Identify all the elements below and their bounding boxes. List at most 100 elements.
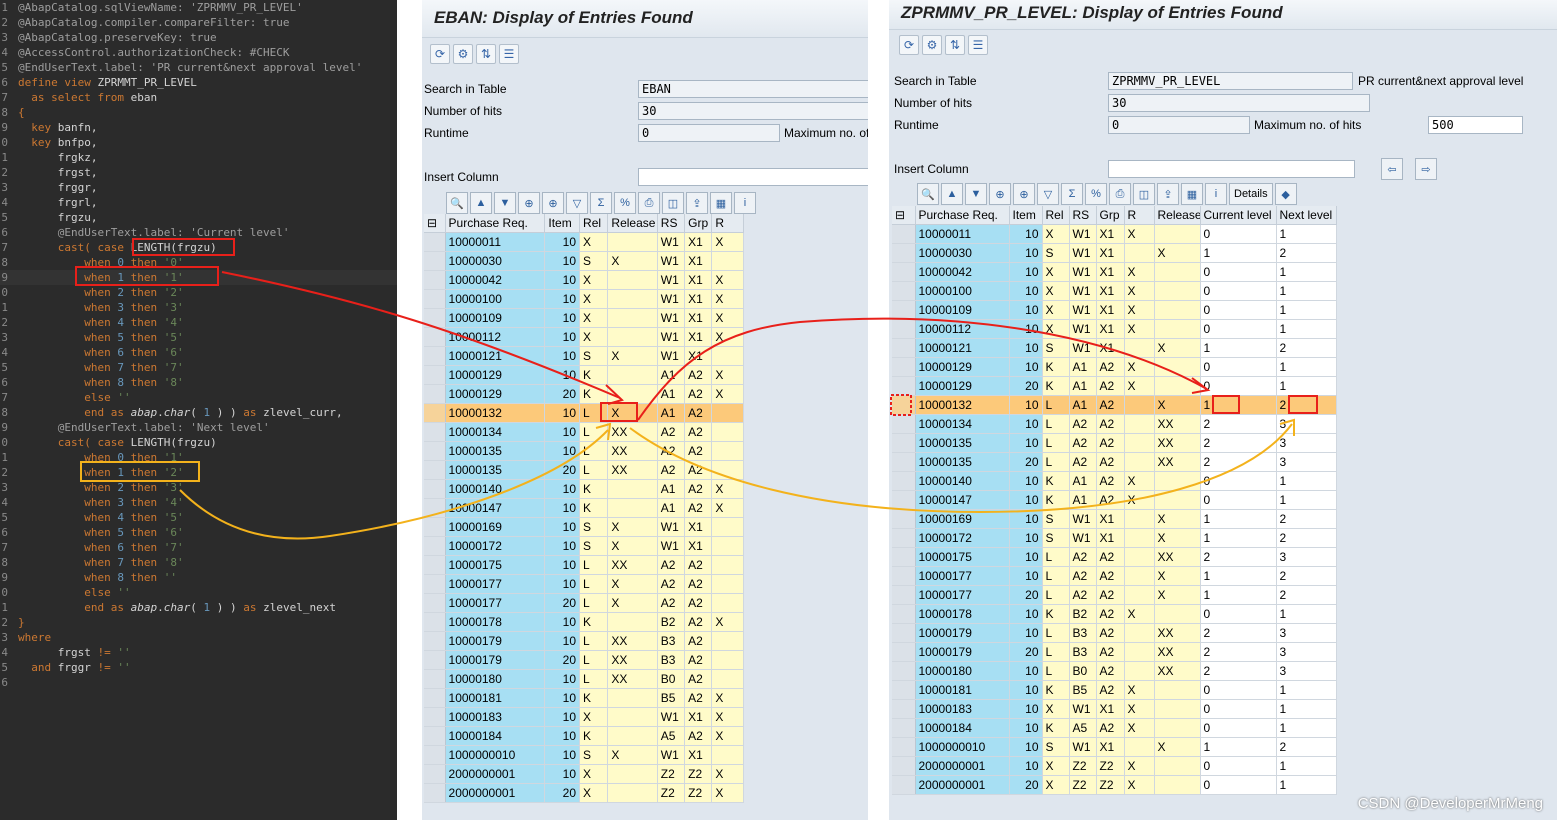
column-header[interactable]: RS — [657, 214, 686, 233]
row-selector[interactable] — [424, 346, 446, 366]
code-line[interactable]: 8 when 0 then '0' — [0, 255, 397, 270]
table-row[interactable]: 10000135 20 L A2 A2 XX 2 3 — [892, 452, 1347, 472]
table-row[interactable]: 10000109 10 X W1 X1 X — [424, 308, 744, 328]
search-table-field[interactable]: EBAN — [638, 80, 868, 98]
row-selector[interactable] — [424, 403, 446, 423]
table-row[interactable]: 10000179 20 L B3 A2 XX 2 3 — [892, 642, 1347, 662]
code-line[interactable]: 3 frggr, — [0, 180, 397, 195]
row-selector[interactable] — [892, 623, 916, 643]
code-line[interactable]: 9 @EndUserText.label: 'Next level' — [0, 420, 397, 435]
row-selector[interactable] — [424, 555, 446, 575]
row-selector[interactable] — [424, 460, 446, 480]
table-row[interactable]: 10000042 10 X W1 X1 X 0 1 — [892, 262, 1347, 282]
column-header[interactable]: Grp — [684, 214, 713, 233]
table-row[interactable]: 10000129 10 K A1 A2 X — [424, 365, 744, 385]
code-line[interactable]: 2 frgst, — [0, 165, 397, 180]
code-line[interactable]: 8 when 7 then '8' — [0, 555, 397, 570]
table-row[interactable]: 10000135 10 L A2 A2 XX 2 3 — [892, 433, 1347, 453]
column-header[interactable]: Item — [1009, 206, 1043, 225]
table-row[interactable]: 10000169 10 S W1 X1 X 1 2 — [892, 509, 1347, 529]
table-row[interactable]: 10000181 10 K B5 A2 X — [424, 688, 744, 708]
details-button[interactable]: Details — [1229, 183, 1273, 205]
code-line[interactable]: 3 where — [0, 630, 397, 645]
row-selector[interactable] — [892, 319, 916, 339]
row-selector[interactable] — [424, 783, 446, 803]
row-selector[interactable] — [424, 631, 446, 651]
row-selector[interactable] — [892, 433, 916, 453]
transfer-icon[interactable]: ⇅ — [945, 35, 965, 55]
table-row[interactable]: 10000175 10 L A2 A2 XX 2 3 — [892, 547, 1347, 567]
table-row[interactable]: 10000179 10 L B3 A2 XX 2 3 — [892, 623, 1347, 643]
row-selector[interactable] — [424, 593, 446, 613]
row-selector[interactable] — [424, 517, 446, 537]
binoculars-next-icon[interactable]: ⊕ — [542, 192, 564, 214]
table-row[interactable]: 2000000001 20 X Z2 Z2 X — [424, 783, 744, 803]
print-icon[interactable]: ⎙ — [638, 192, 660, 214]
table-row[interactable]: 10000132 10 L A1 A2 X 1 2 — [892, 395, 1347, 415]
search-table-field[interactable]: ZPRMMV_PR_LEVEL — [1108, 72, 1353, 90]
table-row[interactable]: 2000000001 10 X Z2 Z2 X — [424, 764, 744, 784]
binoculars-next-icon[interactable]: ⊕ — [1013, 183, 1035, 205]
row-selector[interactable] — [892, 604, 916, 624]
table-row[interactable]: 10000169 10 S X W1 X1 — [424, 517, 744, 537]
row-selector[interactable] — [892, 395, 916, 415]
subtotal-icon[interactable]: % — [1085, 183, 1107, 205]
filter-icon[interactable]: ▽ — [566, 192, 588, 214]
row-selector[interactable] — [424, 574, 446, 594]
row-selector[interactable] — [424, 327, 446, 347]
row-selector[interactable] — [424, 745, 446, 765]
table-row[interactable]: 10000042 10 X W1 X1 X — [424, 270, 744, 290]
column-header[interactable]: R — [711, 214, 744, 233]
row-selector[interactable] — [424, 650, 446, 670]
code-line[interactable]: 0 when 2 then '2' — [0, 285, 397, 300]
code-line[interactable]: 5 @EndUserText.label: 'PR current&next ap… — [0, 60, 397, 75]
code-line[interactable]: 6 when 8 then '8' — [0, 375, 397, 390]
table-row[interactable]: 10000178 10 K B2 A2 X — [424, 612, 744, 632]
code-line[interactable]: 6 when 5 then '6' — [0, 525, 397, 540]
code-line[interactable]: 3 @AbapCatalog.preserveKey: true — [0, 30, 397, 45]
row-selector[interactable] — [424, 479, 446, 499]
sort-desc-icon[interactable]: ▼ — [494, 192, 516, 214]
select-all-icon[interactable]: ⊟ — [424, 214, 446, 233]
row-selector[interactable] — [892, 490, 916, 510]
find-icon[interactable]: 🔍 — [446, 192, 468, 214]
table-row[interactable]: 10000183 10 X W1 X1 X 0 1 — [892, 699, 1347, 719]
table-row[interactable]: 10000121 10 S W1 X1 X 1 2 — [892, 338, 1347, 358]
column-header[interactable]: Release — [607, 214, 658, 233]
row-selector[interactable] — [424, 669, 446, 689]
code-line[interactable]: 2} — [0, 615, 397, 630]
table-row[interactable]: 2000000001 20 X Z2 Z2 X 0 1 — [892, 775, 1347, 795]
row-selector[interactable] — [892, 699, 916, 719]
info-icon[interactable]: i — [734, 192, 756, 214]
sort-asc-icon[interactable]: ▲ — [941, 183, 963, 205]
table-row[interactable]: 10000147 10 K A1 A2 X — [424, 498, 744, 518]
column-header[interactable]: Rel — [579, 214, 609, 233]
layout-icon[interactable]: ▦ — [1181, 183, 1203, 205]
code-line[interactable]: 1 frgkz, — [0, 150, 397, 165]
column-header[interactable]: Next level — [1276, 206, 1337, 225]
table-row[interactable]: 10000177 10 L X A2 A2 — [424, 574, 744, 594]
find-icon[interactable]: 🔍 — [917, 183, 939, 205]
insert-column-field[interactable] — [638, 168, 868, 186]
table-row[interactable]: 10000172 10 S W1 X1 X 1 2 — [892, 528, 1347, 548]
row-selector[interactable] — [424, 441, 446, 461]
column-header[interactable]: Grp — [1096, 206, 1125, 225]
table-row[interactable]: 10000134 10 L A2 A2 XX 2 3 — [892, 414, 1347, 434]
table-row[interactable]: 10000011 10 X W1 X1 X 0 1 — [892, 224, 1347, 244]
row-selector[interactable] — [424, 289, 446, 309]
print-icon[interactable]: ⎙ — [1109, 183, 1131, 205]
code-line[interactable]: 5 and frggr != '' — [0, 660, 397, 675]
code-line[interactable]: 1 when 3 then '3' — [0, 300, 397, 315]
table-row[interactable]: 10000134 10 L XX A2 A2 — [424, 422, 744, 442]
transfer-icon[interactable]: ⇅ — [476, 44, 496, 64]
code-line[interactable]: 7 as select from eban — [0, 90, 397, 105]
row-selector[interactable] — [424, 688, 446, 708]
graphic-icon[interactable]: ◆ — [1274, 183, 1297, 205]
row-selector[interactable] — [424, 764, 446, 784]
info-icon[interactable]: i — [1205, 183, 1227, 205]
table-row[interactable]: 10000030 10 S X W1 X1 — [424, 251, 744, 271]
export-icon[interactable]: ⇪ — [1157, 183, 1179, 205]
settings-icon[interactable]: ⚙ — [922, 35, 942, 55]
table-row[interactable]: 10000184 10 K A5 A2 X 0 1 — [892, 718, 1347, 738]
sort-asc-icon[interactable]: ▲ — [470, 192, 492, 214]
